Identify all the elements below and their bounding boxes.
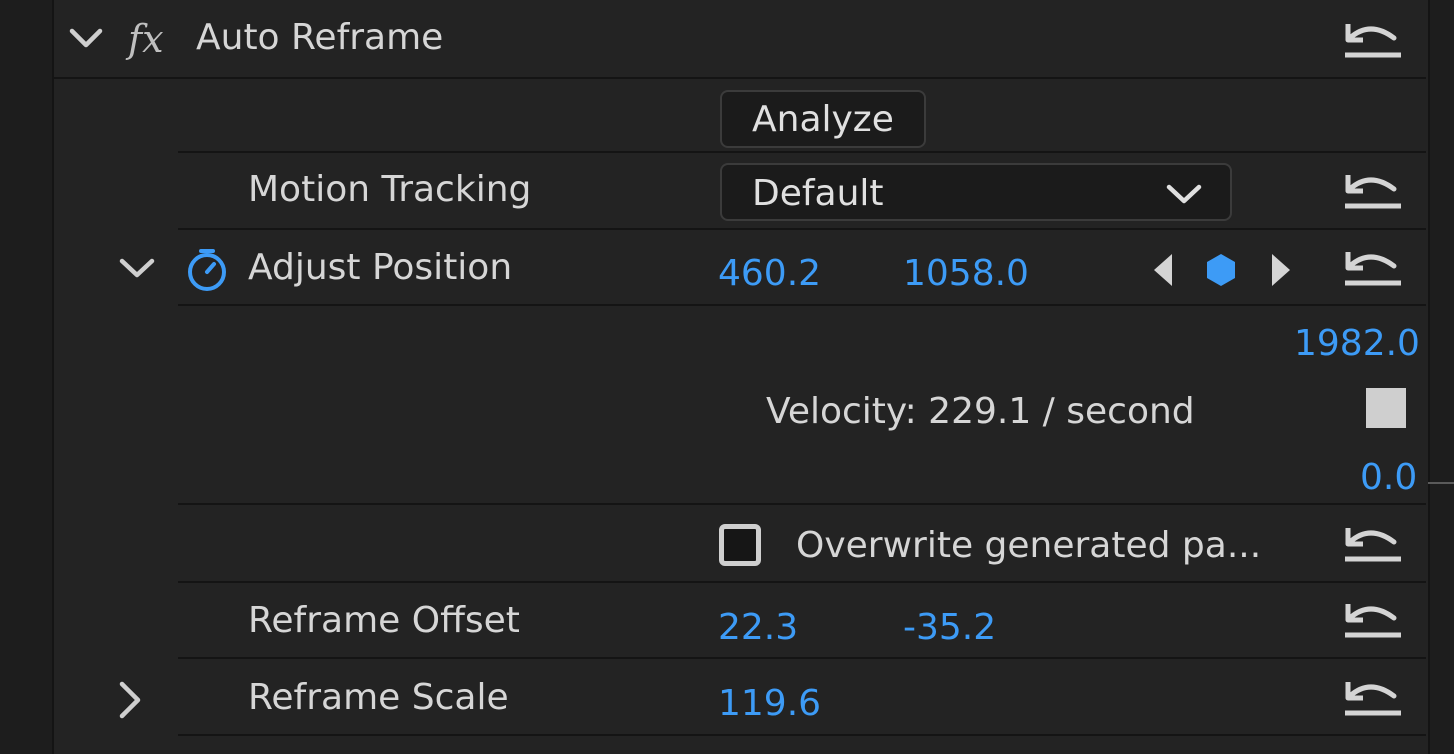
range-min-value: 0.0: [1360, 457, 1418, 498]
slider-track-end: [1428, 482, 1454, 484]
reframe-scale-value[interactable]: 119.6: [718, 686, 821, 722]
motion-tracking-selected: Default: [752, 173, 884, 214]
overwrite-checkbox[interactable]: [719, 524, 761, 566]
divider: [178, 734, 1426, 736]
adjust-position-y[interactable]: 1058.0: [903, 256, 1029, 292]
chevron-down-icon[interactable]: [68, 26, 104, 50]
effect-title: Auto Reframe: [196, 17, 444, 58]
velocity-readout: Velocity: 229.1 / second: [766, 391, 1195, 432]
reset-icon[interactable]: [1342, 18, 1404, 58]
velocity-handle[interactable]: [1366, 388, 1406, 428]
next-keyframe-icon[interactable]: [1266, 250, 1294, 290]
divider: [178, 503, 1426, 505]
reframe-offset-x[interactable]: 22.3: [718, 610, 798, 646]
reset-icon[interactable]: [1342, 598, 1404, 638]
motion-tracking-dropdown[interactable]: Default: [720, 163, 1232, 221]
previous-keyframe-icon[interactable]: [1150, 250, 1178, 290]
adjust-position-label: Adjust Position: [248, 247, 513, 288]
stopwatch-icon[interactable]: [184, 246, 230, 292]
divider: [178, 151, 1426, 153]
reset-icon[interactable]: [1342, 522, 1404, 562]
chevron-down-icon[interactable]: [118, 256, 156, 280]
analyze-button[interactable]: Analyze: [720, 90, 926, 148]
add-keyframe-icon[interactable]: [1204, 252, 1238, 288]
fx-icon[interactable]: fx: [128, 20, 164, 58]
reset-icon[interactable]: [1342, 246, 1404, 286]
divider: [178, 581, 1426, 583]
divider: [178, 304, 1426, 306]
analyze-button-label: Analyze: [752, 99, 894, 140]
divider: [52, 77, 1426, 79]
divider: [178, 657, 1426, 659]
adjust-position-x[interactable]: 460.2: [718, 256, 821, 292]
reset-icon[interactable]: [1342, 676, 1404, 716]
reframe-offset-y[interactable]: -35.2: [903, 610, 996, 646]
divider: [178, 228, 1426, 230]
overwrite-label: Overwrite generated pa...: [796, 525, 1262, 566]
motion-tracking-label: Motion Tracking: [248, 169, 532, 210]
reframe-offset-label: Reframe Offset: [248, 600, 520, 641]
chevron-right-icon[interactable]: [116, 680, 144, 720]
reframe-scale-label: Reframe Scale: [248, 677, 509, 718]
chevron-down-icon: [1166, 184, 1202, 204]
range-max-value: 1982.0: [1294, 323, 1420, 364]
reset-icon[interactable]: [1342, 169, 1404, 209]
